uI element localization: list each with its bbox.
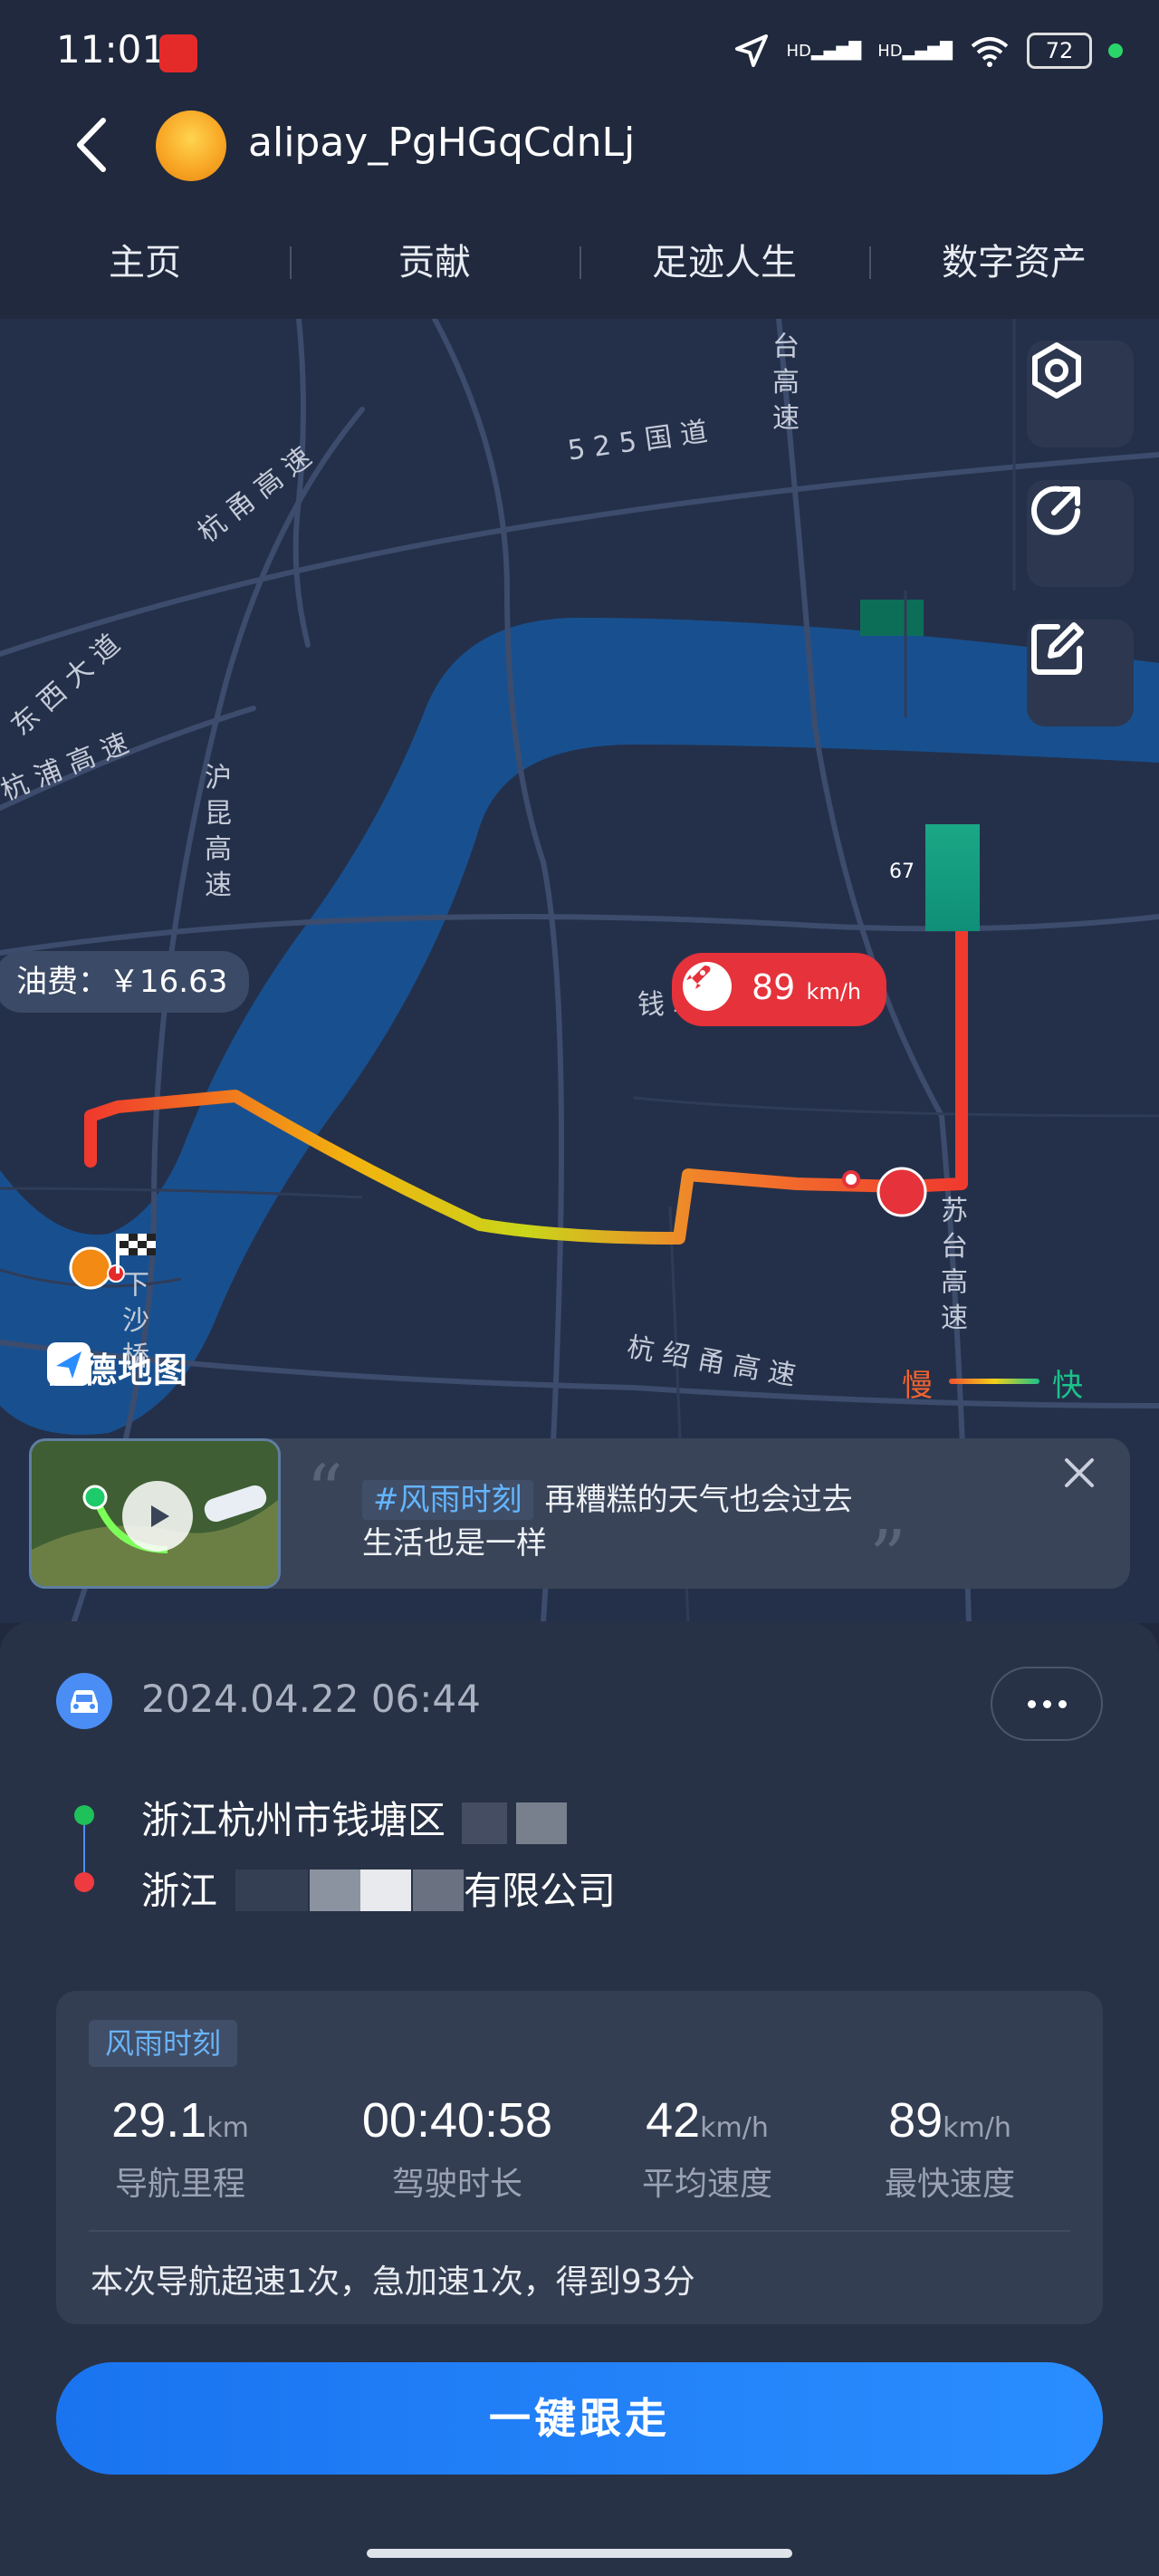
tab-digital-assets[interactable]: 数字资产	[869, 226, 1159, 299]
speed-value: 89	[752, 967, 796, 1007]
more-dots-icon	[1027, 1699, 1036, 1708]
redacted-block	[310, 1870, 360, 1911]
redacted-block	[235, 1870, 308, 1911]
share-icon	[1031, 485, 1080, 535]
back-arrow-icon[interactable]	[63, 113, 118, 177]
battery-icon: 72	[1027, 33, 1092, 69]
start-address: 浙江杭州市钱塘区	[141, 1798, 446, 1842]
promo-text-line2: 生活也是一样	[362, 1525, 547, 1562]
privacy-dot	[1108, 43, 1123, 58]
more-dots-icon	[1042, 1699, 1051, 1708]
amap-logo-icon	[47, 1342, 91, 1386]
promo-tag: #风雨时刻	[362, 1480, 533, 1520]
start-pin-icon	[74, 1805, 94, 1825]
status-icons: HD▂▄▆█ HD▂▄▆█ 72	[733, 33, 1123, 69]
speed-marker	[876, 1167, 927, 1217]
stats-divider	[89, 2230, 1070, 2232]
more-options-button[interactable]	[991, 1667, 1103, 1741]
road-label: 苏 台 高 速	[935, 1196, 967, 1331]
river	[0, 618, 1159, 1435]
tab-contribution[interactable]: 贡献	[290, 226, 580, 299]
redacted-block	[462, 1802, 507, 1844]
rocket-icon	[683, 962, 732, 1011]
settings-button[interactable]	[1027, 341, 1134, 447]
notification-icon	[159, 34, 197, 72]
play-icon[interactable]	[122, 1481, 193, 1552]
signal-icon: HD▂▄▆█	[786, 41, 862, 61]
end-pin-icon	[74, 1872, 94, 1892]
tab-home[interactable]: 主页	[0, 226, 290, 299]
start-marker	[69, 1246, 112, 1290]
trip-tag: 风雨时刻	[89, 2020, 238, 2067]
amap-logo: 高德地图	[47, 1342, 188, 1392]
route-connector	[83, 1825, 85, 1872]
tab-footprint[interactable]: 足迹人生	[580, 226, 869, 299]
close-icon[interactable]	[1059, 1453, 1099, 1493]
redacted-block	[413, 1870, 464, 1911]
toll-bubble: 油费：￥16.63	[0, 951, 250, 1013]
route-fast-segment	[925, 824, 980, 931]
trip-datetime: 2024.04.22 06:44	[141, 1677, 481, 1721]
promo-video-thumbnail[interactable]	[29, 1438, 281, 1589]
quote-open-icon: “	[306, 1449, 343, 1533]
avatar[interactable]	[156, 111, 226, 181]
redacted-block	[360, 1870, 411, 1911]
more-dots-icon	[1058, 1699, 1067, 1708]
end-address-suffix: 有限公司	[464, 1869, 617, 1913]
signal-icon-2: HD▂▄▆█	[877, 41, 953, 61]
promo-text-line1: #风雨时刻 再糟糕的天气也会过去	[362, 1475, 853, 1520]
speed-unit: km/h	[806, 979, 862, 1004]
edit-pencil-icon	[1031, 622, 1084, 675]
redacted-block	[516, 1802, 567, 1844]
stat-duration: 00:40:58 驾驶时长	[361, 2093, 553, 2203]
road-label: 台 高 速	[767, 332, 799, 431]
stat-distance: 29.1km 导航里程	[111, 2093, 249, 2203]
legend-fast: 快	[1052, 1368, 1083, 1404]
edit-button[interactable]	[1027, 620, 1134, 726]
road-label: 沪 昆 高 速	[199, 763, 231, 898]
end-address-prefix: 浙江	[141, 1869, 218, 1913]
stat-max-speed: 89km/h 最快速度	[884, 2093, 1015, 2203]
profile-tabs: 主页 贡献 足迹人生 数字资产	[0, 226, 1159, 299]
speed-marker-label: 67	[889, 860, 915, 883]
legend-slow: 慢	[902, 1368, 933, 1404]
route-map[interactable]: 5 2 5 国 道 杭 甬 高 速 东 西 大 道 杭 浦 高 速 沪 昆 高 …	[0, 319, 1159, 1623]
wifi-icon	[971, 37, 1009, 67]
home-indicator[interactable]	[367, 2549, 792, 2558]
status-time: 11:01	[56, 27, 167, 72]
follow-route-button[interactable]: 一键跟走	[56, 2362, 1103, 2475]
trip-summary: 本次导航超速1次，急加速1次，得到93分	[91, 2264, 695, 2301]
stat-avg-speed: 42km/h 平均速度	[641, 2093, 772, 2203]
car-icon	[56, 1673, 112, 1729]
settings-hexagon-icon	[1032, 342, 1081, 399]
quote-close-icon: ”	[869, 1514, 906, 1599]
username: alipay_PgHGqCdnLj	[248, 120, 636, 166]
location-arrow-icon	[735, 34, 769, 67]
share-button[interactable]	[1027, 480, 1134, 587]
